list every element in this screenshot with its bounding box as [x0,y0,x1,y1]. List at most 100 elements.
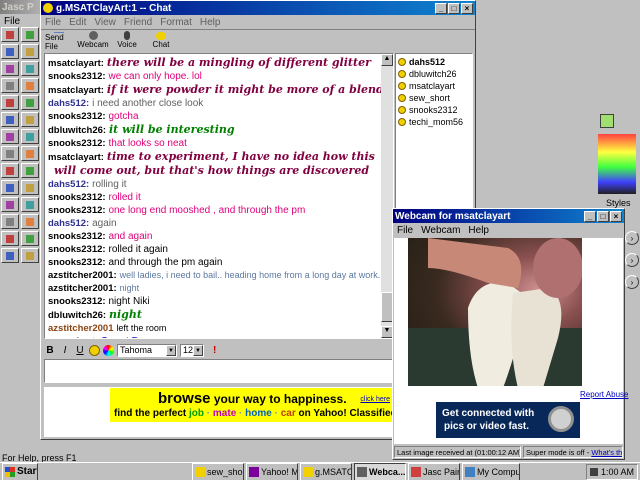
message-nick[interactable]: snooks2312: [48,192,106,203]
paint-right-arrow-icon[interactable]: › [625,231,639,245]
color-swatch[interactable] [600,114,614,128]
message-nick[interactable]: dbluwitch26: [48,310,106,321]
taskbar-button-0[interactable]: sew_short'... [192,462,244,480]
chat-menu-edit[interactable]: Edit [69,17,86,28]
fill-icon[interactable] [21,129,39,144]
clone-icon[interactable] [1,112,19,127]
open-icon[interactable] [21,27,39,42]
taskbar-button-1[interactable]: Yahoo! Me... [246,462,298,480]
taskbar-button-2[interactable]: g.MSATCL... [300,462,352,480]
chat-menu-help[interactable]: Help [200,17,221,28]
message-nick[interactable]: snooks2312: [48,71,106,82]
scratch-remover-icon[interactable] [1,197,19,212]
message-nick[interactable]: snooks2312: [48,257,106,268]
color-picker-icon[interactable] [103,344,114,356]
message-nick[interactable]: snooks2312: [48,138,106,149]
ad-click-here[interactable]: click here [360,396,390,403]
magic-wand-icon[interactable] [21,231,39,246]
close-button[interactable]: × [610,210,622,222]
maximize-button[interactable]: □ [448,2,460,14]
message-nick[interactable]: dbluwitch26: [48,125,106,136]
bold-button[interactable]: B [44,345,56,356]
message-nick[interactable]: azstitcher2001: [48,283,117,294]
pen-icon[interactable] [21,248,39,263]
retouch-icon[interactable] [21,112,39,127]
crop-icon[interactable] [1,61,19,76]
whats-this-link[interactable]: What's this? [591,448,622,457]
underline-button[interactable]: U [74,345,86,356]
star-icon[interactable] [1,248,19,263]
report-abuse-link[interactable]: Report Abuse [580,390,628,399]
ad-inner[interactable]: browse your way to happiness. click here… [110,388,397,422]
message-nick[interactable]: dahs512: [48,179,89,190]
buddy-item[interactable]: dbluwitch26 [396,68,472,80]
message-nick[interactable]: msatclayart: [48,58,104,69]
close-button[interactable]: × [461,2,473,14]
webcam-menu-file[interactable]: File [397,225,413,236]
zoom-icon[interactable] [21,44,39,59]
chat-menu-friend[interactable]: Friend [124,17,152,28]
chat-menu-view[interactable]: View [94,17,116,28]
message-nick[interactable]: azstitcher2001 [48,323,113,334]
chat-button[interactable]: Chat [147,30,175,51]
voice-button[interactable]: Voice [113,30,141,51]
start-button[interactable]: Start [2,462,38,480]
scroll-up-arrow[interactable]: ▲ [381,54,393,66]
shape-icon[interactable] [21,146,39,161]
text-icon[interactable] [1,146,19,161]
paint-right-arrow-icon[interactable]: › [625,253,639,267]
chat-menu-file[interactable]: File [45,17,61,28]
freehand-icon[interactable] [21,78,39,93]
minimize-button[interactable]: _ [584,210,596,222]
message-nick[interactable]: dahs512: [48,98,89,109]
hue-icon[interactable] [21,214,39,229]
buddy-item[interactable]: msatclayart [396,80,472,92]
color-replacer-icon[interactable] [21,197,39,212]
picture-tube-icon[interactable] [21,180,39,195]
ad-link-job[interactable]: job [189,408,204,419]
size-select[interactable]: 12 ▼ [180,343,204,357]
move-icon[interactable] [21,61,39,76]
message-nick[interactable]: snooks2312: [48,231,106,242]
line-icon[interactable] [1,163,19,178]
buddy-item[interactable]: dahs512 [396,56,472,68]
eraser-icon[interactable] [1,129,19,144]
message-nick[interactable]: msatclayart: [48,85,104,96]
minimize-button[interactable]: _ [435,2,447,14]
dropper-icon[interactable] [1,95,19,110]
message-nick[interactable]: msatclayart: [48,152,104,163]
taskbar-button-3[interactable]: Webca... [354,462,406,480]
webcam-ad[interactable]: Get connected with pics or video fast. [436,402,580,438]
buddy-item[interactable]: sew_short [396,92,472,104]
volume-icon[interactable] [589,467,598,476]
message-nick[interactable]: snooks2312: [48,205,106,216]
message-nick[interactable]: sew_short: [48,336,98,338]
italic-button[interactable]: I [59,345,71,356]
webcam-menu-help[interactable]: Help [468,225,489,236]
paint-right-arrow-icon[interactable]: › [625,275,639,289]
new-file-icon[interactable] [1,27,19,42]
ad-link-car[interactable]: car [281,408,296,419]
vector-icon[interactable] [21,163,39,178]
warp-icon[interactable] [1,231,19,246]
color-spectrum[interactable] [598,134,636,194]
emoticon-icon[interactable] [89,344,100,356]
message-nick[interactable]: azstitcher2001: [48,270,117,281]
paint-menu-file[interactable]: File [4,16,20,27]
message-nick[interactable]: snooks2312: [48,244,106,255]
airbrush-icon[interactable] [1,180,19,195]
buzz-icon[interactable]: ! [213,345,216,356]
send-file-button[interactable]: Send File [45,30,73,51]
font-select[interactable]: Tahoma ▼ [117,343,177,357]
message-nick[interactable]: snooks2312: [48,111,106,122]
webcam-menu-webcam[interactable]: Webcam [421,225,460,236]
paint-brush-icon[interactable] [21,95,39,110]
message-nick[interactable]: snooks2312: [48,296,106,307]
buddy-item[interactable]: techi_mom56 [396,116,472,128]
taskbar-button-4[interactable]: Jasc Paint ... [408,462,460,480]
select-icon[interactable] [1,78,19,93]
message-nick[interactable]: dahs512: [48,218,89,229]
lighten-icon[interactable] [1,214,19,229]
ad-link-home[interactable]: home [245,408,272,419]
pointer-icon[interactable] [1,44,19,59]
